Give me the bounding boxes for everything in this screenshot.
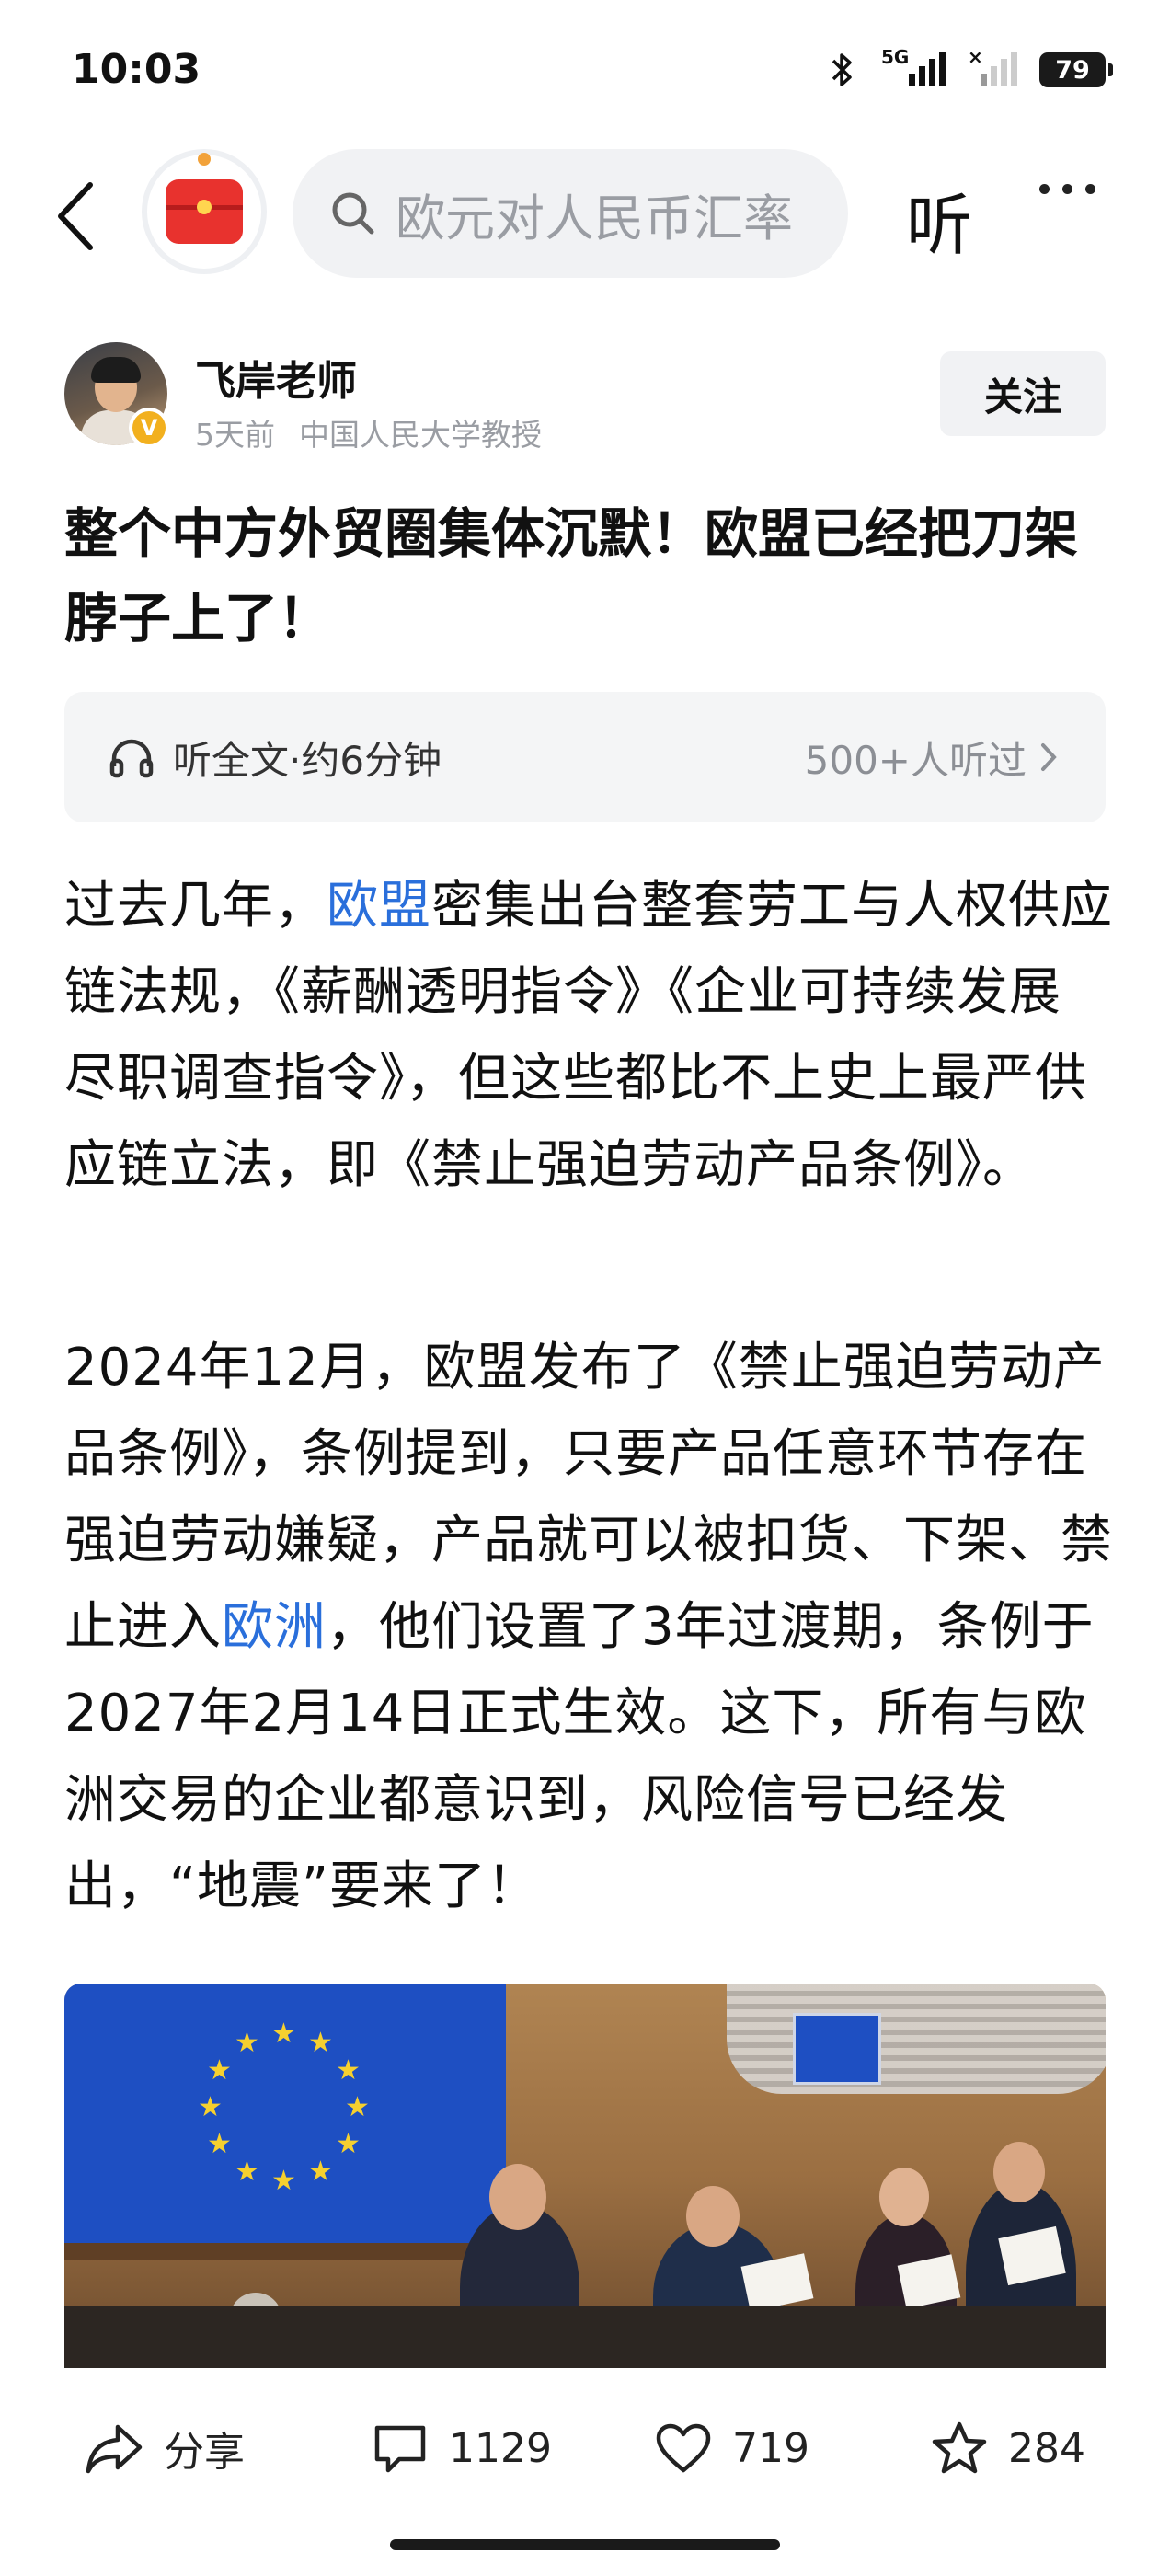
listen-duration-label: 听全文·约6分钟 (173, 737, 442, 783)
like-count: 719 (732, 2424, 809, 2472)
author-description: 中国人民大学教授 (299, 417, 542, 453)
back-button[interactable] (53, 175, 109, 258)
favorite-icon (932, 2421, 987, 2474)
more-icon[interactable] (1039, 184, 1095, 194)
tag-link-europe[interactable]: 欧洲 (222, 1597, 327, 1657)
comment-icon (374, 2425, 426, 2473)
eu-flag-screen: ★ ★ ★ ★ ★ ★ ★ ★ ★ ★ ★ ★ (64, 1984, 506, 2243)
battery-level: 79 (1055, 55, 1090, 85)
signal-label: 5G (881, 46, 910, 68)
tag-link-eu[interactable]: 欧盟 (327, 876, 431, 936)
comment-count: 1129 (449, 2424, 552, 2472)
article-paragraph-1: 过去几年，欧盟密集出台整套劳工与人权供应链法规，《薪酬透明指令》《企业可持续发展… (64, 863, 1113, 1209)
search-icon (332, 192, 374, 235)
article-title: 整个中方外贸圈集体沉默！欧盟已经把刀架脖子上了！ (64, 502, 1079, 650)
small-eu-flag (793, 2013, 881, 2085)
signal-icon: 5G (876, 46, 947, 90)
author-meta: 5天前 中国人民大学教授 (195, 410, 542, 454)
article-paragraph-2: 2024年12月，欧盟发布了《禁止强迫劳动产品条例》，条例提到，只要产品任意环节… (64, 1325, 1113, 1930)
headphones-icon (109, 739, 154, 778)
comment-button[interactable]: 1129 (372, 2422, 552, 2474)
search-input[interactable]: 欧元对人民币汇率 (292, 149, 848, 278)
logo-badge-dot (198, 153, 211, 166)
paragraph-text: 过去几年， (64, 876, 327, 936)
image-ceiling-arch (727, 1984, 1106, 2094)
listen-full-text-bar[interactable]: 听全文·约6分钟 500+人听过 (64, 692, 1106, 822)
listen-count: 500+人听过 (804, 737, 1027, 783)
app-logo-button[interactable] (147, 155, 261, 269)
share-label: 分享 (164, 2429, 245, 2476)
author-name[interactable]: 飞岸老师 (195, 348, 357, 407)
bluetooth-icon (832, 53, 852, 86)
signal-icon-2: × (968, 46, 1019, 90)
back-icon (58, 182, 93, 250)
chevron-right-icon (1041, 743, 1057, 771)
status-indicators: 5G × 79 (830, 46, 1113, 90)
share-icon (86, 2424, 143, 2474)
red-envelope-icon (166, 179, 243, 244)
share-button[interactable]: 分享 (85, 2419, 245, 2478)
home-indicator[interactable] (390, 2539, 780, 2550)
like-icon (656, 2423, 711, 2473)
battery-icon: 79 (1039, 52, 1113, 87)
article-image[interactable]: ★ ★ ★ ★ ★ ★ ★ ★ ★ ★ ★ ★ (64, 1984, 1106, 2368)
verified-badge-icon: V (129, 408, 169, 448)
image-desk (64, 2306, 1106, 2368)
search-placeholder: 欧元对人民币汇率 (396, 189, 793, 247)
listen-button[interactable]: 听 (906, 171, 972, 268)
post-time: 5天前 (195, 417, 275, 453)
favorite-button[interactable]: 284 (931, 2421, 1085, 2476)
action-bar: 分享 1129 719 284 (0, 2398, 1170, 2499)
like-button[interactable]: 719 (655, 2422, 809, 2474)
favorite-count: 284 (1008, 2424, 1085, 2472)
status-time: 10:03 (72, 46, 201, 93)
follow-button[interactable]: 关注 (940, 351, 1106, 436)
